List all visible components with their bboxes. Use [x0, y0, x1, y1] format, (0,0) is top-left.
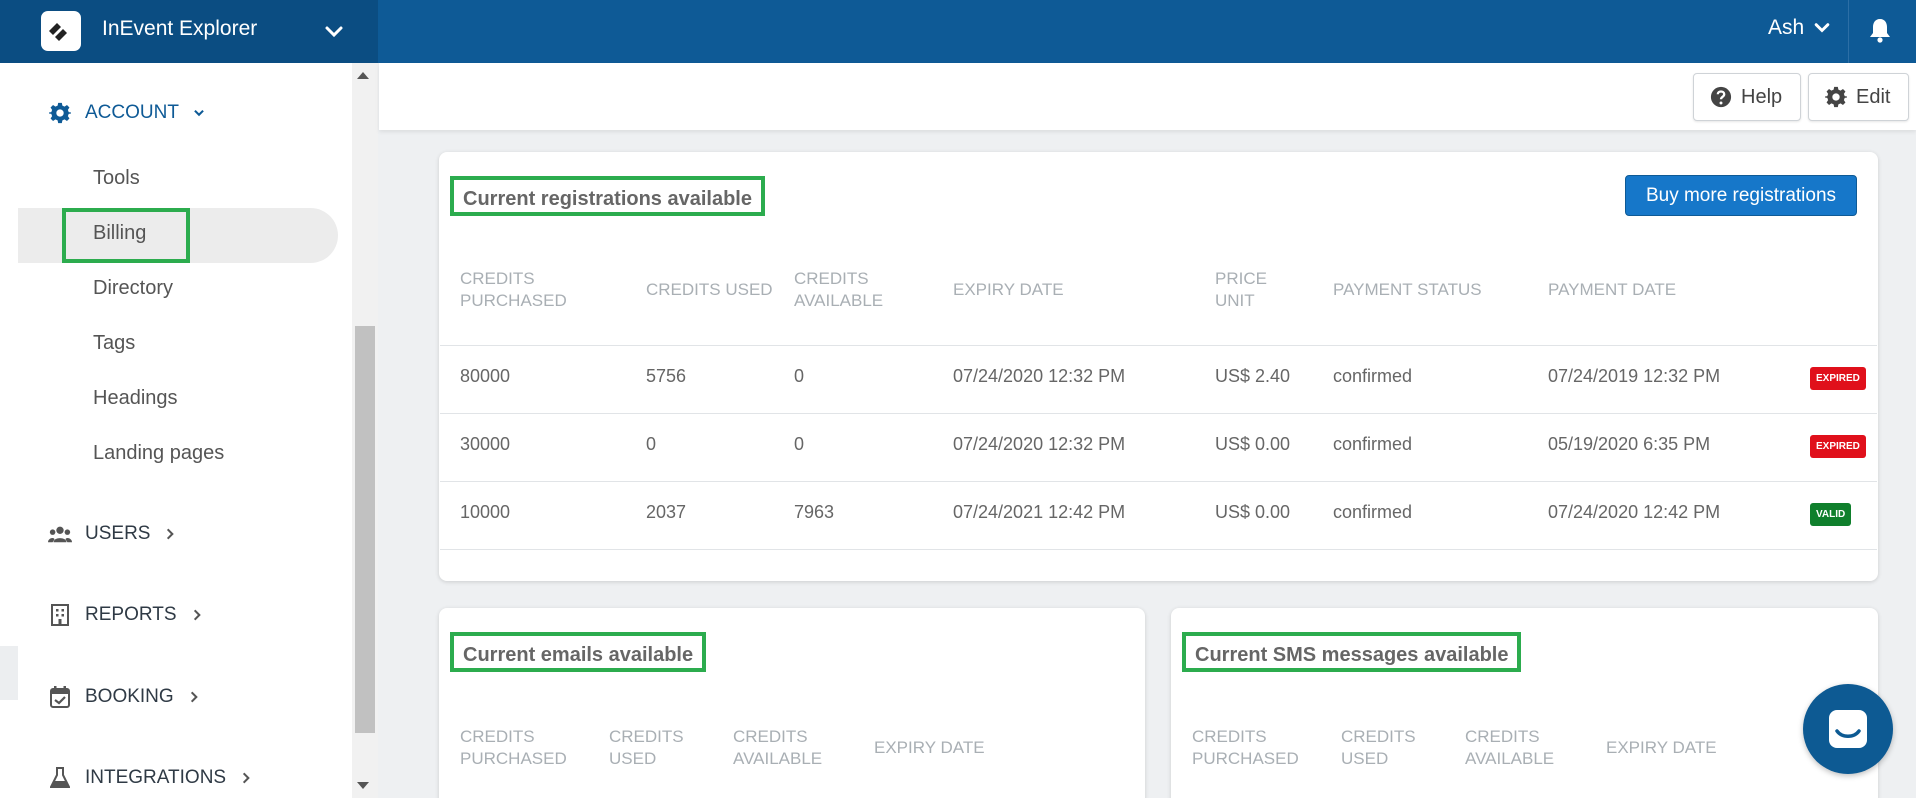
event-switcher[interactable]: InEvent Explorer	[0, 0, 378, 63]
emails-title: Current emails available	[450, 632, 707, 672]
cell-available: 7963	[794, 502, 835, 522]
cell-purchased: 10000	[460, 502, 511, 522]
chevron-right-icon	[243, 772, 250, 784]
gear-icon	[1825, 86, 1847, 108]
bell-icon[interactable]	[1868, 17, 1892, 43]
status-badge: VALID	[1810, 503, 1852, 526]
chevron-right-icon	[167, 528, 175, 540]
column-header: PAYMENT DATE	[1548, 280, 1677, 299]
edit-label: Edit	[1856, 85, 1891, 108]
column-header: CREDITS AVAILABLE	[794, 269, 884, 310]
sidebar-section-users[interactable]: USERS	[48, 522, 177, 546]
column-header: CREDITS PURCHASED	[460, 727, 567, 768]
sidebar-section-integrations[interactable]: INTEGRATIONS	[48, 766, 253, 790]
sms-title: Current SMS messages available	[1182, 632, 1522, 672]
cell-price: US$ 2.40	[1215, 366, 1291, 386]
sidebar-section-label: USERS	[85, 523, 151, 544]
chevron-right-icon	[193, 609, 201, 621]
row-divider	[440, 413, 1877, 414]
gear-icon	[48, 101, 72, 125]
registrations-title: Current registrations available	[450, 176, 765, 216]
chevron-down-icon[interactable]	[322, 20, 346, 44]
scrollbar-thumb[interactable]	[355, 326, 375, 733]
column-header: CREDITS USED	[646, 280, 773, 299]
sidebar-item-tags[interactable]: Tags	[93, 332, 135, 355]
row-divider	[440, 345, 1877, 346]
sidebar-section-label: BOOKING	[85, 686, 174, 707]
help-label: Help	[1741, 85, 1783, 108]
column-header: PRICE UNIT	[1215, 269, 1267, 310]
buy-more-registrations-button[interactable]: Buy more registrations	[1625, 175, 1857, 216]
cell-used: 2037	[646, 502, 687, 522]
sidebar-item-landing-pages[interactable]: Landing pages	[93, 442, 224, 465]
sidebar-item-headings[interactable]: Headings	[93, 387, 178, 410]
sidebar-section-label: INTEGRATIONS	[85, 767, 227, 788]
cell-status: confirmed	[1333, 366, 1413, 386]
sidebar-item-billing[interactable]: Billing	[62, 208, 190, 263]
chevron-right-icon	[190, 691, 198, 703]
building-icon	[48, 603, 72, 627]
sidebar-section-label: ACCOUNT	[85, 102, 179, 123]
content-toolbar	[379, 63, 1916, 130]
app-title: InEvent Explorer	[102, 17, 258, 40]
column-header: EXPIRY DATE	[1606, 738, 1717, 757]
cell-status: confirmed	[1333, 434, 1413, 454]
scroll-down-arrow[interactable]	[357, 782, 369, 789]
row-divider	[440, 549, 1877, 550]
chevron-down-icon	[1814, 23, 1830, 33]
chat-icon	[1829, 710, 1867, 748]
cell-used: 0	[646, 434, 657, 454]
cell-expiry: 07/24/2020 12:32 PM	[953, 434, 1126, 454]
user-name: Ash	[1768, 16, 1805, 39]
row-divider	[440, 481, 1877, 482]
sidebar-section-booking[interactable]: BOOKING	[48, 685, 201, 709]
status-badge: EXPIRED	[1810, 435, 1866, 458]
cell-available: 0	[794, 366, 805, 386]
cell-used: 5756	[646, 366, 687, 386]
edit-button[interactable]: Edit	[1808, 73, 1909, 121]
cell-date: 07/24/2019 12:32 PM	[1548, 366, 1721, 386]
divider	[1848, 0, 1849, 63]
cell-date: 05/19/2020 6:35 PM	[1548, 434, 1711, 454]
sidebar-item-tools[interactable]: Tools	[93, 167, 140, 190]
cell-price: US$ 0.00	[1215, 434, 1291, 454]
sidebar-edge-marker	[0, 646, 18, 700]
column-header: CREDITS PURCHASED	[1192, 727, 1299, 768]
sidebar-section-label: REPORTS	[85, 604, 177, 625]
logo-icon	[49, 23, 67, 41]
cell-date: 07/24/2020 12:42 PM	[1548, 502, 1721, 522]
cell-price: US$ 0.00	[1215, 502, 1291, 522]
scroll-up-arrow[interactable]	[357, 72, 369, 79]
cell-purchased: 30000	[460, 434, 511, 454]
app-logo	[41, 11, 81, 51]
cell-purchased: 80000	[460, 366, 511, 386]
chevron-down-icon	[194, 109, 204, 117]
column-header: CREDITS AVAILABLE	[733, 727, 823, 768]
cell-status: confirmed	[1333, 502, 1413, 522]
cell-available: 0	[794, 434, 805, 454]
help-button[interactable]: Help	[1693, 73, 1801, 121]
cell-expiry: 07/24/2020 12:32 PM	[953, 366, 1126, 386]
column-header: CREDITS PURCHASED	[460, 269, 567, 310]
status-badge: EXPIRED	[1810, 367, 1866, 390]
sidebar-item-label: Billing	[93, 222, 147, 244]
column-header: EXPIRY DATE	[874, 738, 985, 757]
column-header: EXPIRY DATE	[953, 280, 1064, 299]
question-circle-icon	[1710, 86, 1732, 108]
user-menu[interactable]: Ash	[1768, 16, 1832, 40]
column-header: CREDITS USED	[1341, 727, 1416, 768]
calendar-check-icon	[48, 685, 72, 709]
sidebar-section-reports[interactable]: REPORTS	[48, 603, 204, 627]
cell-expiry: 07/24/2021 12:42 PM	[953, 502, 1126, 522]
flask-icon	[48, 766, 72, 790]
column-header: PAYMENT STATUS	[1333, 280, 1482, 299]
sidebar-section-account[interactable]: ACCOUNT	[48, 101, 206, 125]
sidebar-item-directory[interactable]: Directory	[93, 277, 173, 300]
column-header: CREDITS USED	[609, 727, 684, 768]
chat-launcher-button[interactable]	[1803, 684, 1893, 774]
column-header: CREDITS AVAILABLE	[1465, 727, 1555, 768]
users-icon	[48, 522, 72, 546]
